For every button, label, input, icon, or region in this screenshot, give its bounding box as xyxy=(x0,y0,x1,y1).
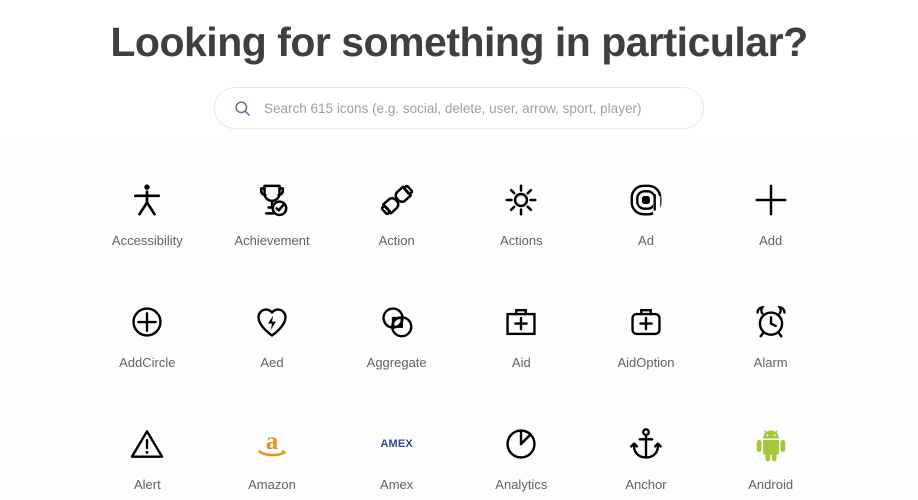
search-box[interactable] xyxy=(214,87,704,129)
android-robot-icon xyxy=(752,421,790,467)
icon-label: Alert xyxy=(134,478,161,491)
plus-icon xyxy=(751,177,791,223)
icon-label: AddCircle xyxy=(119,356,175,369)
icon-label: Analytics xyxy=(495,478,547,491)
pie-chart-icon xyxy=(502,421,540,467)
icon-cell-addcircle[interactable]: AddCircle xyxy=(85,281,210,403)
first-aid-kit-rounded-icon xyxy=(627,299,665,345)
icon-cell-anchor[interactable]: Anchor xyxy=(584,403,709,500)
icon-cell-achievement[interactable]: Achievement xyxy=(210,159,335,281)
icon-cell-alert[interactable]: Alert xyxy=(85,403,210,500)
icon-cell-amazon[interactable]: a Amazon xyxy=(210,403,335,500)
icon-cell-ad[interactable]: Ad xyxy=(584,159,709,281)
icon-label: Android xyxy=(748,478,793,491)
ad-target-icon xyxy=(627,177,665,223)
alarm-clock-icon xyxy=(752,299,790,345)
icon-label: Amex xyxy=(380,478,413,491)
icon-label: Accessibility xyxy=(112,234,183,247)
warning-triangle-icon xyxy=(128,421,166,467)
icon-label: Achievement xyxy=(234,234,309,247)
plus-circle-icon xyxy=(128,299,166,345)
accessibility-icon xyxy=(127,177,167,223)
icon-label: Amazon xyxy=(248,478,296,491)
sun-gear-icon xyxy=(502,177,540,223)
anchor-icon xyxy=(627,421,665,467)
icon-label: Alarm xyxy=(754,356,788,369)
first-aid-kit-icon xyxy=(502,299,540,345)
icon-label: Aggregate xyxy=(367,356,427,369)
overlapping-circles-icon xyxy=(378,299,416,345)
svg-text:a: a xyxy=(266,428,279,455)
icon-cell-add[interactable]: Add xyxy=(708,159,833,281)
icon-cell-aidoption[interactable]: AidOption xyxy=(584,281,709,403)
icon-label: Add xyxy=(759,234,782,247)
icon-grid: Accessibility Achievement xyxy=(0,159,918,500)
search-input[interactable] xyxy=(264,101,685,116)
heart-bolt-icon xyxy=(253,299,291,345)
icon-cell-actions[interactable]: Actions xyxy=(459,159,584,281)
amex-logo-icon: AMEX xyxy=(380,421,413,467)
icon-label: Aed xyxy=(260,356,283,369)
icon-cell-android[interactable]: Android xyxy=(708,403,833,500)
icon-label: Action xyxy=(379,234,415,247)
trophy-check-icon xyxy=(252,177,292,223)
icon-cell-aed[interactable]: Aed xyxy=(210,281,335,403)
icon-label: Ad xyxy=(638,234,654,247)
icon-label: Actions xyxy=(500,234,543,247)
icon-library-page: Looking for something in particular? xyxy=(0,0,918,500)
icon-cell-aggregate[interactable]: Aggregate xyxy=(334,281,459,403)
icon-cell-amex[interactable]: AMEX Amex xyxy=(334,403,459,500)
icon-cell-aid[interactable]: Aid xyxy=(459,281,584,403)
page-title: Looking for something in particular? xyxy=(0,0,918,65)
amazon-logo-icon: a xyxy=(252,421,292,467)
icon-cell-alarm[interactable]: Alarm xyxy=(708,281,833,403)
search-icon xyxy=(233,99,252,118)
icon-label: Aid xyxy=(512,356,531,369)
icon-cell-analytics[interactable]: Analytics xyxy=(459,403,584,500)
icon-cell-accessibility[interactable]: Accessibility xyxy=(85,159,210,281)
search-section xyxy=(0,87,918,129)
icon-label: AidOption xyxy=(617,356,674,369)
icon-cell-action[interactable]: Action xyxy=(334,159,459,281)
boxing-gloves-icon xyxy=(377,177,417,223)
icon-label: Anchor xyxy=(625,478,666,491)
amex-wordmark: AMEX xyxy=(380,438,413,450)
